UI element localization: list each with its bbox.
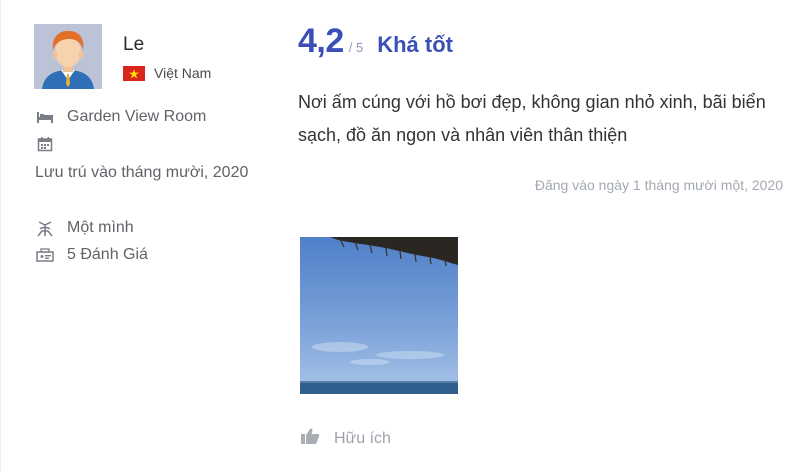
review-score: 4,2	[298, 22, 344, 60]
reviewer-avatar	[34, 24, 102, 89]
reviewer-name: Le	[123, 34, 145, 55]
review-card: Le Việt Nam Garden View Room Lưu trú vào…	[0, 0, 800, 472]
review-score-max: / 5	[348, 40, 364, 55]
helpful-button[interactable]: Hữu ích	[300, 427, 391, 450]
review-text: Nơi ấm cúng với hồ bơi đẹp, không gian n…	[298, 92, 766, 145]
score-line: 4,2 / 5 Khá tốt	[298, 22, 453, 61]
traveler-type-row: Một mình	[35, 219, 134, 237]
calendar-icon	[35, 135, 55, 153]
review-count-row: 5 Đánh Giá	[35, 246, 148, 264]
thumbs-up-icon	[300, 427, 320, 450]
vietnam-flag-icon	[123, 65, 145, 81]
room-type-label: Garden View Room	[67, 108, 207, 125]
stay-date-icon-row	[35, 135, 55, 153]
rating-label: Khá tốt	[377, 32, 453, 57]
posted-date: Đăng vào ngày 1 tháng mười một, 2020	[534, 177, 783, 193]
helpful-label: Hữu ích	[334, 429, 391, 447]
reviewer-country: Việt Nam	[123, 65, 211, 81]
solo-traveler-icon	[35, 219, 55, 237]
stay-date: Lưu trú vào tháng mười, 2020	[35, 164, 249, 181]
review-photo[interactable]	[300, 237, 458, 394]
traveler-type-label: Một mình	[67, 219, 134, 236]
review-count-icon	[35, 246, 55, 264]
review-count-label: 5 Đánh Giá	[67, 246, 148, 263]
country-label: Việt Nam	[154, 65, 212, 81]
room-type-row: Garden View Room	[35, 108, 206, 126]
bed-icon	[35, 108, 55, 126]
